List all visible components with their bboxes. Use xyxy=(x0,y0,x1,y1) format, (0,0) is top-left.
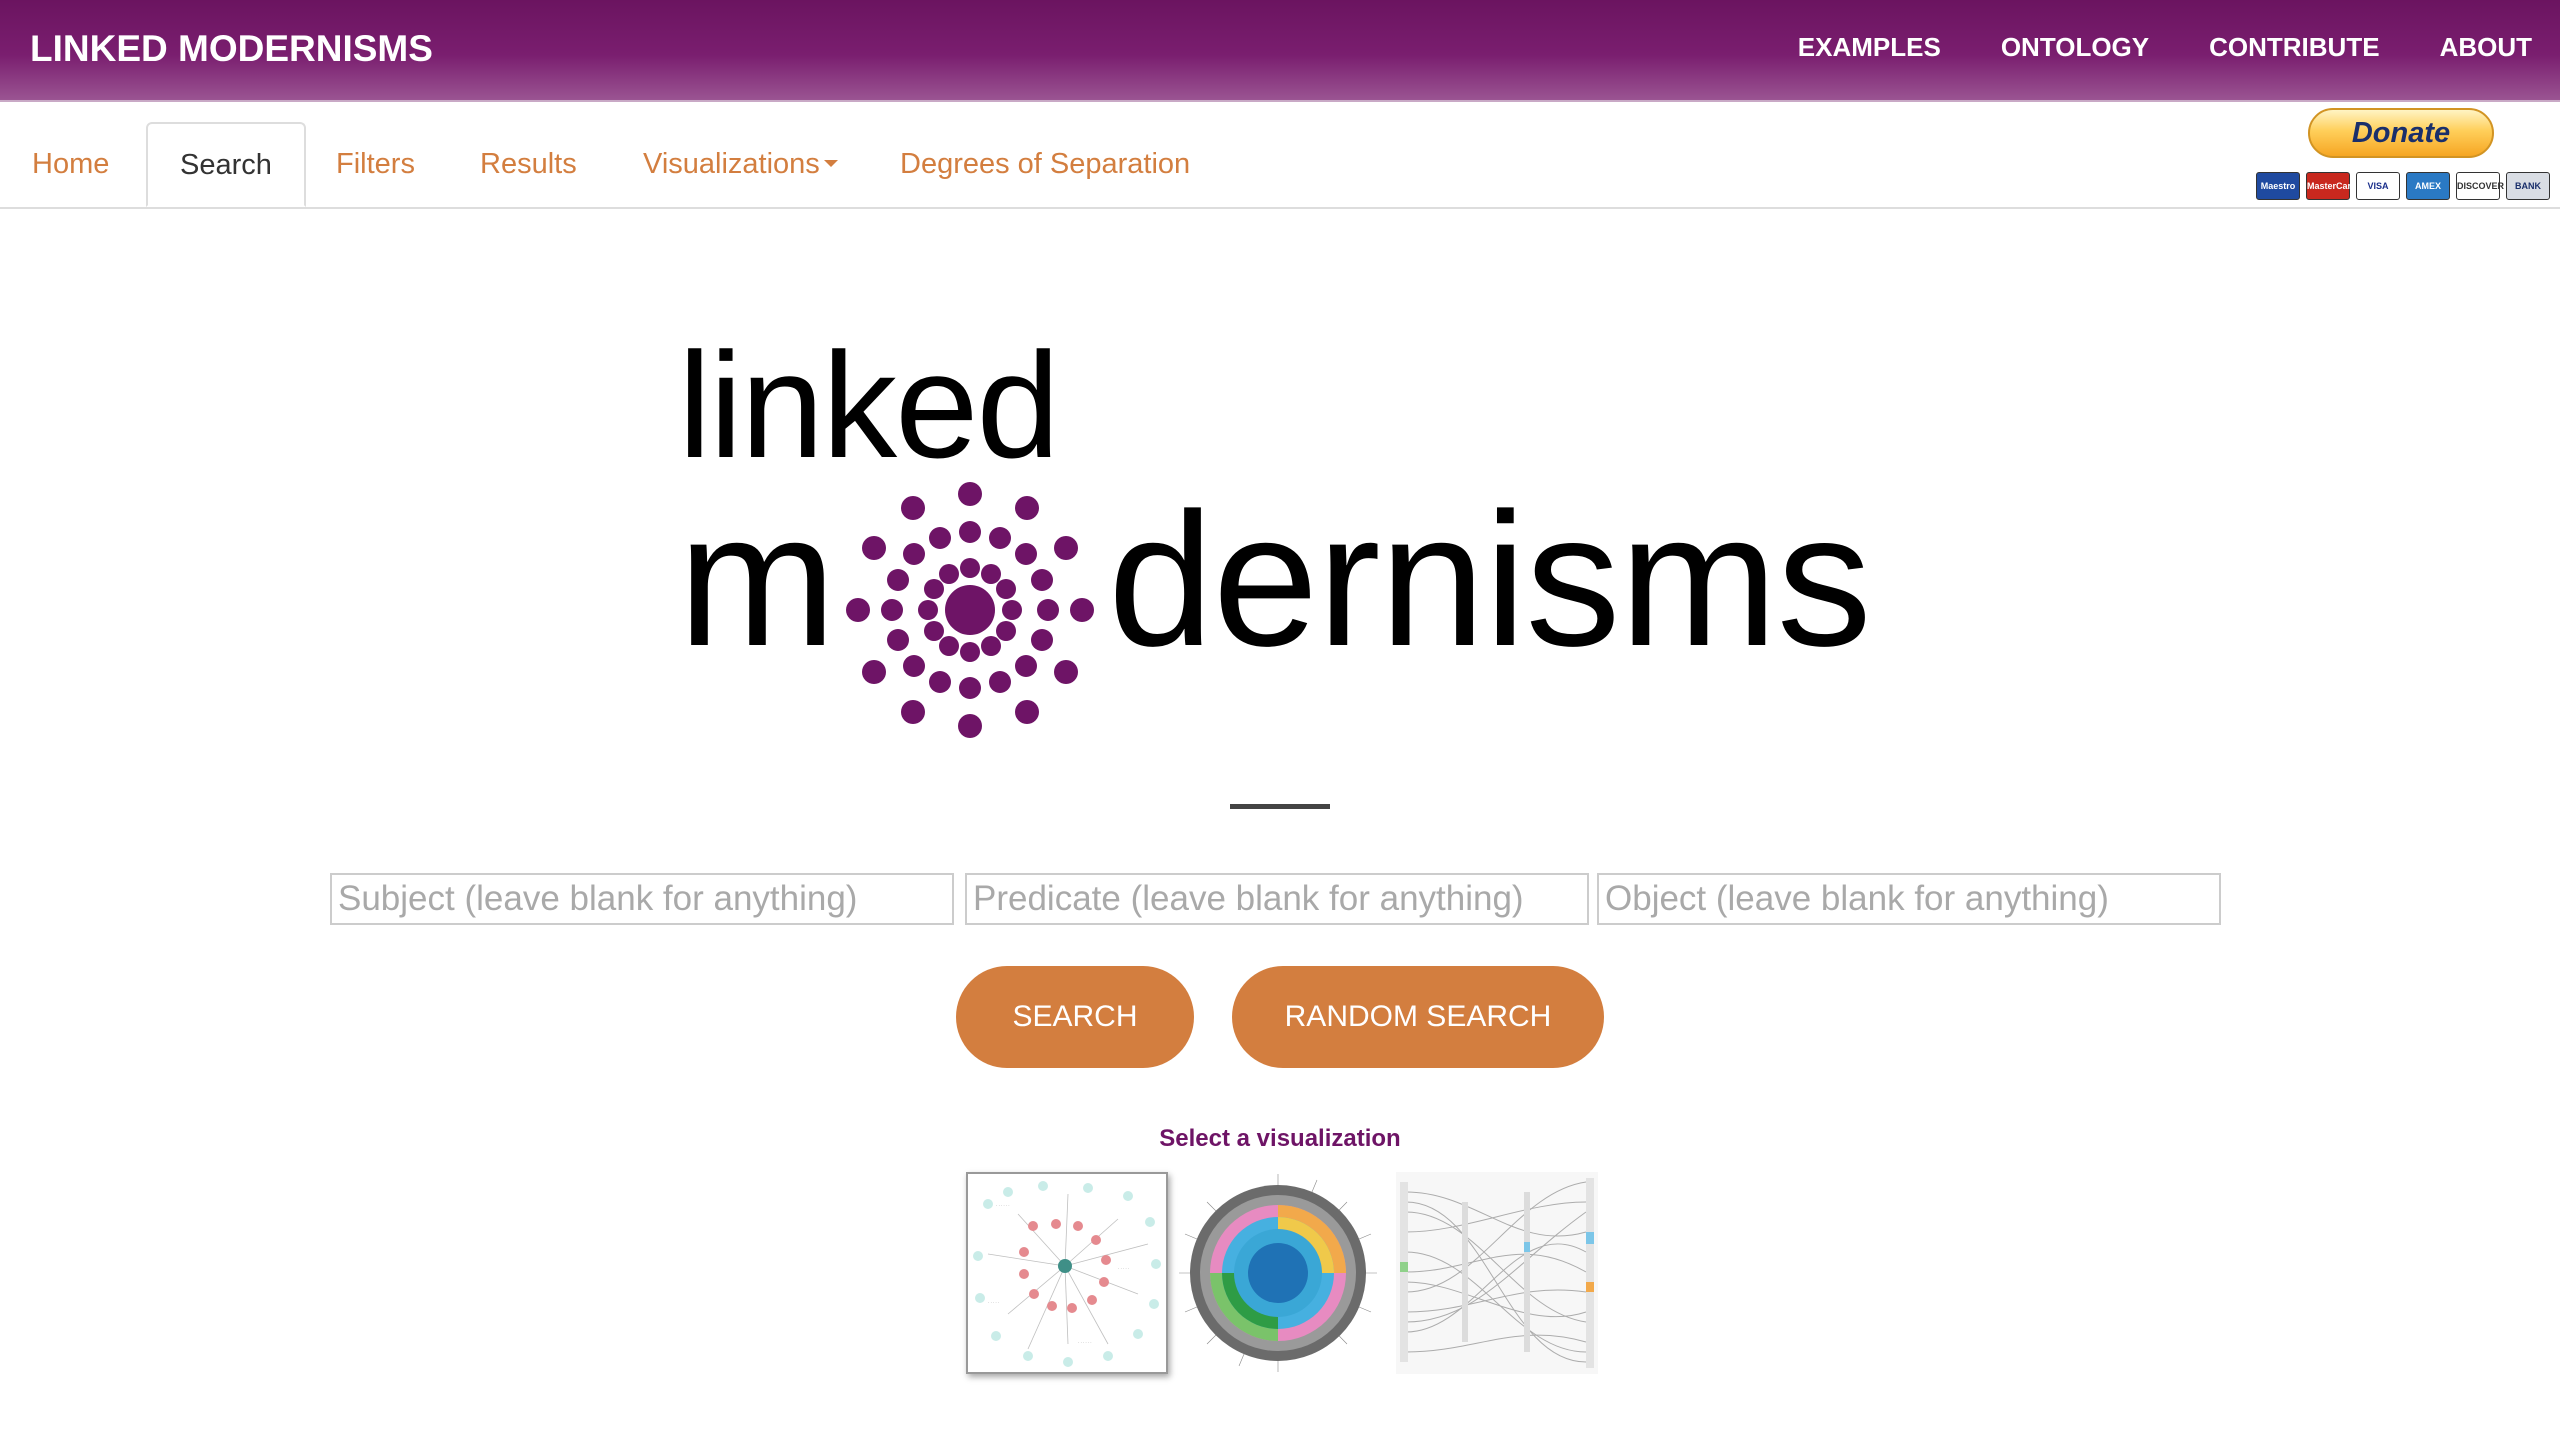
tab-search[interactable]: Search xyxy=(146,122,306,207)
predicate-input[interactable] xyxy=(965,873,1589,925)
select-visualization-label: Select a visualization xyxy=(1159,1125,1401,1152)
nav-about-link[interactable]: ABOUT xyxy=(2440,32,2532,63)
svg-text:· · · · ·: · · · · · xyxy=(988,1300,999,1305)
caret-down-icon xyxy=(823,159,838,167)
random-search-button[interactable]: RANDOM SEARCH xyxy=(1232,966,1604,1068)
svg-text:· · · · · ·: · · · · · · xyxy=(1078,1340,1092,1345)
visa-card-icon: VISA xyxy=(2356,172,2400,200)
object-input[interactable] xyxy=(1597,873,2221,925)
tab-results[interactable]: Results xyxy=(480,122,577,207)
tab-filters[interactable]: Filters xyxy=(336,122,415,207)
tab-degrees-of-separation[interactable]: Degrees of Separation xyxy=(900,122,1190,207)
logo-m-text: m xyxy=(678,474,837,686)
mastercard-card-icon: MasterCard xyxy=(2306,172,2357,200)
discover-card-icon: DISCOVER xyxy=(2456,172,2504,200)
donate-button[interactable]: Donate xyxy=(2308,108,2494,158)
tab-home[interactable]: Home xyxy=(32,122,109,207)
amex-card-icon: AMEX xyxy=(2406,172,2450,200)
network-o-logo-icon xyxy=(846,482,1094,738)
network-graph-thumbnail[interactable]: · · · · · · · · · · · · · · · · · · · · · … xyxy=(966,1172,1168,1374)
nav-ontology-link[interactable]: ONTOLOGY xyxy=(2001,32,2149,63)
search-button[interactable]: SEARCH xyxy=(956,966,1194,1068)
svg-text:· · · · ·: · · · · · xyxy=(1118,1266,1129,1271)
nav-examples-link[interactable]: EXAMPLES xyxy=(1798,32,1941,63)
logo-linked-text: linked xyxy=(678,321,1060,489)
network-graph-icon: · · · · · · · · · · · · · · · · · · · · · … xyxy=(968,1174,1166,1372)
tab-visualizations[interactable]: Visualizations xyxy=(643,122,838,207)
top-navbar: LINKED MODERNISMS EXAMPLES ONTOLOGY CONT… xyxy=(0,0,2560,102)
sunburst-thumbnail[interactable] xyxy=(1177,1172,1379,1374)
maestro-card-icon: Maestro xyxy=(2256,172,2300,200)
divider xyxy=(1230,804,1330,809)
parallel-paths-thumbnail[interactable] xyxy=(1396,1172,1598,1374)
brand-link[interactable]: LINKED MODERNISMS xyxy=(30,28,433,70)
bank-card-icon: BANK xyxy=(2506,172,2550,200)
sunburst-chart-icon xyxy=(1179,1174,1377,1372)
logo-dernisms-text: dernisms xyxy=(1108,474,1872,686)
top-nav-links: EXAMPLES ONTOLOGY CONTRIBUTE ABOUT xyxy=(1738,32,2532,63)
tab-visualizations-label: Visualizations xyxy=(643,148,820,180)
svg-text:· · · · · ·: · · · · · · xyxy=(996,1203,1010,1208)
subject-input[interactable] xyxy=(330,873,954,925)
payment-cards: Maestro MasterCard VISA AMEX DISCOVER BA… xyxy=(2256,172,2550,200)
parallel-paths-icon xyxy=(1396,1172,1598,1374)
nav-contribute-link[interactable]: CONTRIBUTE xyxy=(2209,32,2379,63)
tab-bar: Home Search Filters Results Visualizatio… xyxy=(0,102,2560,209)
